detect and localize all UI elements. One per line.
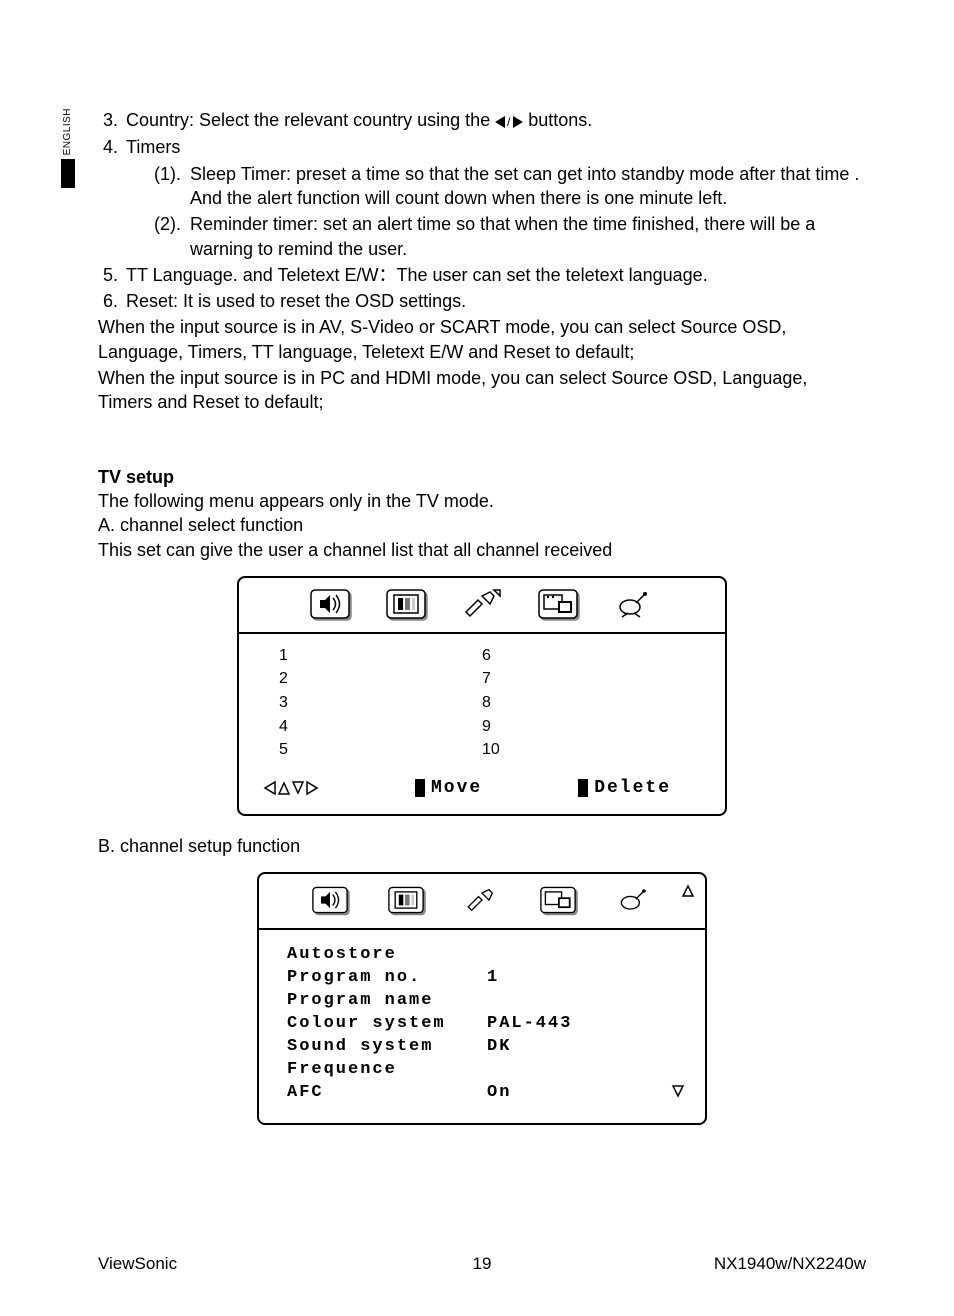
setup-value [487,990,677,1013]
cursor-block-icon [578,779,588,797]
note-paragraph-2: When the input source is in PC and HDMI … [98,366,866,415]
pip-icon [536,882,580,918]
page-up-arrow-icon [681,880,695,904]
channel-cell: 4 [279,715,482,739]
section-b-heading: B. channel setup function [98,834,866,858]
side-tab-label: ENGLISH [61,108,75,155]
pip-icon [536,586,580,622]
list-number: 4. [98,135,126,260]
channel-cell: 10 [482,738,685,762]
setup-value: PAL-443 [487,1013,677,1036]
left-right-arrows-icon: / [495,109,523,133]
list-number: 5. [98,263,126,287]
setup-key: Sound system [287,1036,487,1059]
item4-label: Timers [126,137,180,157]
list-body: Country: Select the relevant country usi… [126,108,866,133]
satellite-icon [612,882,656,918]
svg-text:/: / [507,115,511,129]
setup-key: Autostore [287,944,487,967]
channel-col-right: 6 7 8 9 10 [482,644,685,762]
list-number: 6. [98,289,126,313]
item3-text-a: Country: Select the relevant country usi… [126,110,490,130]
list-item-6: 6. Reset: It is used to reset the OSD se… [98,289,866,313]
delete-action: Delete [578,776,671,800]
channel-cell: 9 [482,715,685,739]
cursor-block-icon [415,779,425,797]
tv-setup-line2: A. channel select function [98,513,866,537]
setup-value: 1 [487,967,677,990]
setup-row: Colour systemPAL-443 [287,1013,677,1036]
satellite-icon [612,586,656,622]
delete-label: Delete [594,776,671,800]
speaker-icon [308,882,352,918]
picture-icon [384,882,428,918]
list-item-5: 5. TT Language. and Teletext E/W：The use… [98,263,866,287]
setup-icon [460,882,504,918]
channel-setup-body: Autostore Program no.1 Program name Colo… [259,930,705,1123]
language-side-tab: ENGLISH [60,108,76,188]
setup-icon [460,586,504,622]
setup-row: AFCOn [287,1082,677,1105]
setup-value [487,944,677,967]
sub-number: (1). [154,162,190,211]
channel-list-footer: Move Delete [239,766,725,814]
channel-cell: 6 [482,644,685,668]
footer-page-number: 19 [473,1253,492,1276]
sub-body: Sleep Timer: preset a time so that the s… [190,162,866,211]
page-down-arrow-icon [671,1084,685,1107]
setup-key: Program name [287,990,487,1013]
channel-cell: 5 [279,738,482,762]
list-item-3: 3. Country: Select the relevant country … [98,108,866,133]
nav-arrows-icon [263,780,319,796]
speaker-icon [308,586,352,622]
sub-number: (2). [154,212,190,261]
list-body: Reset: It is used to reset the OSD setti… [126,289,866,313]
setup-row: Frequence [287,1059,677,1082]
setup-key: Colour system [287,1013,487,1036]
side-tab-bar [61,159,75,188]
channel-cell: 1 [279,644,482,668]
list-body: TT Language. and Teletext E/W：The user c… [126,263,866,287]
list-number: 3. [98,108,126,133]
note-paragraph-1: When the input source is in AV, S-Video … [98,315,866,364]
osd-tab-bar [239,578,725,634]
channel-cell: 7 [482,667,685,691]
setup-value: On [487,1082,677,1105]
tv-setup-line3: This set can give the user a channel lis… [98,538,866,562]
setup-row: Program name [287,990,677,1013]
tv-setup-heading: TV setup [98,465,866,489]
setup-row: Sound systemDK [287,1036,677,1059]
setup-value [487,1059,677,1082]
list-body: Timers (1). Sleep Timer: preset a time s… [126,135,866,260]
footer-left: ViewSonic [98,1253,177,1276]
channel-cell: 8 [482,691,685,715]
footer-right: NX1940w/NX2240w [714,1253,866,1276]
setup-row: Program no.1 [287,967,677,990]
item3-text-b: buttons. [528,110,592,130]
setup-key: AFC [287,1082,487,1105]
channel-col-left: 1 2 3 4 5 [279,644,482,762]
tv-setup-line1: The following menu appears only in the T… [98,489,866,513]
sub-item-2: (2). Reminder timer: set an alert time s… [126,212,866,261]
setup-key: Frequence [287,1059,487,1082]
page-footer: ViewSonic 19 NX1940w/NX2240w [98,1253,866,1276]
osd-channel-setup: Autostore Program no.1 Program name Colo… [257,872,707,1125]
channel-list-body: 1 2 3 4 5 6 7 8 9 10 [239,634,725,766]
setup-row: Autostore [287,944,677,967]
sub-item-1: (1). Sleep Timer: preset a time so that … [126,162,866,211]
setup-value: DK [487,1036,677,1059]
list-item-4: 4. Timers (1). Sleep Timer: preset a tim… [98,135,866,260]
move-label: Move [431,776,482,800]
sub-body: Reminder timer: set an alert time so tha… [190,212,866,261]
osd-channel-list: 1 2 3 4 5 6 7 8 9 10 [237,576,727,816]
setup-key: Program no. [287,967,487,990]
channel-cell: 3 [279,691,482,715]
move-action: Move [415,776,482,800]
picture-icon [384,586,428,622]
channel-cell: 2 [279,667,482,691]
osd-tab-bar [259,874,705,930]
